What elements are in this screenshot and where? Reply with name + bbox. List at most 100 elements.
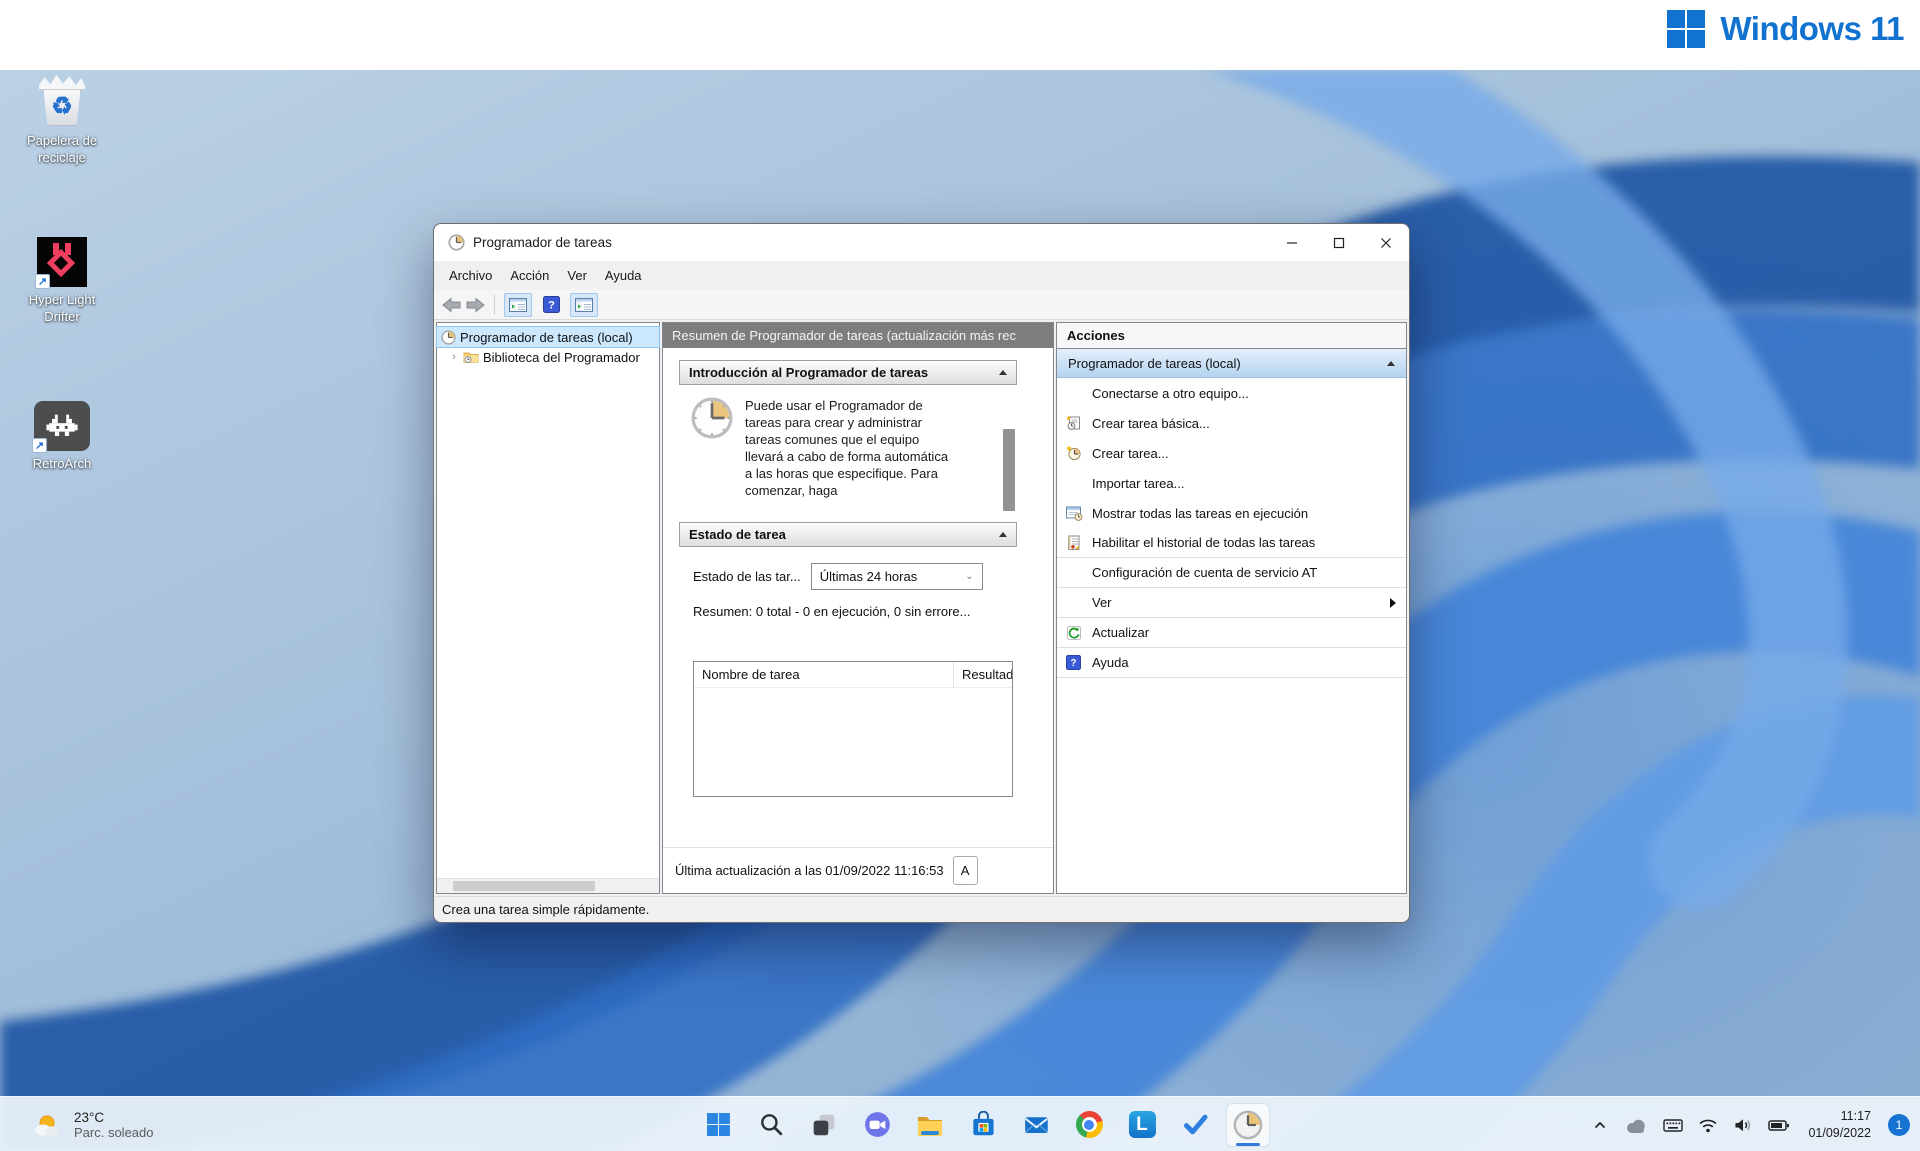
summary-body: Introducción al Programador de tareas: [663, 348, 1053, 847]
onedrive-icon[interactable]: [1623, 1115, 1649, 1135]
action-enable-task-history[interactable]: Habilitar el historial de todas las tare…: [1057, 528, 1406, 558]
tree-item-scheduler-library[interactable]: › Biblioteca del Programador: [437, 347, 659, 367]
back-arrow-icon[interactable]: [442, 297, 461, 313]
refresh-button[interactable]: A: [953, 856, 978, 885]
svg-text:?: ?: [548, 300, 555, 312]
task-table: Nombre de tarea Resultad: [693, 661, 1013, 797]
collapse-caret-icon[interactable]: [999, 370, 1007, 375]
volume-icon[interactable]: [1732, 1115, 1754, 1135]
action-label: Importar tarea...: [1092, 476, 1184, 491]
scrollbar-thumb[interactable]: [453, 881, 595, 891]
minimize-button[interactable]: [1268, 224, 1315, 261]
tree-item-task-scheduler-local[interactable]: Programador de tareas (local): [437, 327, 659, 347]
desktop-icon-hyper-light-drifter[interactable]: ↗ Hyper Light Drifter: [14, 237, 110, 326]
action-refresh[interactable]: Actualizar: [1057, 618, 1406, 648]
task-scheduler-taskbar-button[interactable]: [1226, 1103, 1270, 1147]
retroarch-icon: ↗: [34, 401, 90, 451]
search-icon: [758, 1112, 783, 1137]
chrome-button[interactable]: [1067, 1103, 1111, 1147]
last-update-text: Última actualización a las 01/09/2022 11…: [675, 863, 944, 878]
forward-arrow-icon[interactable]: [466, 297, 485, 313]
intro-scrollbar-thumb[interactable]: [1003, 429, 1015, 511]
action-label: Mostrar todas las tareas en ejecución: [1092, 506, 1308, 521]
collapse-caret-icon[interactable]: [999, 532, 1007, 537]
desktop-icon-retroarch[interactable]: ↗ RetroArch: [14, 401, 110, 473]
column-header-task-name[interactable]: Nombre de tarea: [694, 662, 954, 687]
intro-group-header[interactable]: Introducción al Programador de tareas: [679, 360, 1017, 385]
running-app-indicator: [1236, 1143, 1260, 1146]
notification-badge[interactable]: 1: [1888, 1114, 1910, 1136]
collapse-caret-icon[interactable]: [1387, 361, 1395, 366]
touch-keyboard-icon[interactable]: [1662, 1115, 1684, 1135]
task-status-groupbox: Estado de tarea Estado de las tar... Últ…: [679, 522, 1017, 797]
action-at-service-account-config[interactable]: Configuración de cuenta de servicio AT: [1057, 558, 1406, 588]
battery-icon[interactable]: [1767, 1115, 1791, 1135]
chat-button[interactable]: [855, 1103, 899, 1147]
window-status-bar: Crea una tarea simple rápidamente.: [434, 896, 1409, 922]
minimize-icon: [1286, 237, 1298, 249]
show-action-pane-icon: [575, 298, 593, 312]
task-status-group-title: Estado de tarea: [689, 527, 786, 542]
action-help[interactable]: ? Ayuda: [1057, 648, 1406, 678]
close-button[interactable]: [1362, 224, 1409, 261]
actions-group-header[interactable]: Programador de tareas (local): [1057, 349, 1406, 378]
task-scheduler-window: Programador de tareas Archivo Acción Ver…: [433, 223, 1410, 923]
action-create-task[interactable]: Crear tarea...: [1057, 438, 1406, 468]
show-console-tree-button[interactable]: [504, 293, 532, 317]
weather-widget[interactable]: 23°C Parc. soleado: [22, 1097, 162, 1151]
action-connect-other-computer[interactable]: Conectarse a otro equipo...: [1057, 378, 1406, 408]
action-show-running-tasks[interactable]: Mostrar todas las tareas en ejecución: [1057, 498, 1406, 528]
action-label: Ayuda: [1092, 655, 1129, 670]
action-label: Ver: [1092, 595, 1112, 610]
l-launcher-button[interactable]: L: [1120, 1103, 1164, 1147]
action-label: Crear tarea...: [1092, 446, 1169, 461]
mail-icon: [1022, 1111, 1049, 1138]
scheduler-library-folder-icon: [463, 350, 479, 364]
desktop-icon-recycle-bin[interactable]: ♻ Papelera de reciclaje: [14, 72, 110, 167]
column-header-result[interactable]: Resultad: [954, 662, 1012, 687]
partly-sunny-icon: [30, 1111, 64, 1139]
action-label: Crear tarea básica...: [1092, 416, 1210, 431]
recycle-bin-icon: ♻: [36, 72, 88, 128]
maximize-button[interactable]: [1315, 224, 1362, 261]
expand-chevron-icon[interactable]: ›: [449, 351, 459, 363]
action-create-basic-task[interactable]: Crear tarea básica...: [1057, 408, 1406, 438]
show-action-pane-button[interactable]: [570, 293, 598, 317]
tree-item-label: Programador de tareas (local): [460, 330, 633, 345]
chevron-up-icon[interactable]: [1590, 1115, 1610, 1135]
system-tray: 11:17 01/09/2022 1: [1590, 1097, 1910, 1151]
menu-ver[interactable]: Ver: [558, 264, 596, 287]
search-button[interactable]: [749, 1103, 793, 1147]
menu-ayuda[interactable]: Ayuda: [596, 264, 651, 287]
last-update-strip: Última actualización a las 01/09/2022 11…: [663, 847, 1053, 893]
toolbar-help-button[interactable]: ?: [537, 293, 565, 317]
status-filter-label: Estado de las tar...: [693, 569, 801, 584]
task-status-group-header[interactable]: Estado de tarea: [679, 522, 1017, 547]
combobox-value: Últimas 24 horas: [820, 569, 918, 584]
maximize-icon: [1333, 237, 1345, 249]
tray-date: 01/09/2022: [1808, 1125, 1871, 1141]
microsoft-store-button[interactable]: [961, 1103, 1005, 1147]
retroarch-glyph: [45, 413, 79, 439]
chrome-icon: [1075, 1111, 1102, 1138]
action-label: Habilitar el historial de todas las tare…: [1092, 535, 1315, 550]
action-import-task[interactable]: Importar tarea...: [1057, 468, 1406, 498]
taskbar-app-icons: L: [696, 1097, 1270, 1151]
window-titlebar[interactable]: Programador de tareas: [434, 224, 1409, 261]
menu-archivo[interactable]: Archivo: [440, 264, 501, 287]
menu-accion[interactable]: Acción: [501, 264, 558, 287]
todo-check-button[interactable]: [1173, 1103, 1217, 1147]
time-range-combobox[interactable]: Últimas 24 horas ⌄: [811, 563, 983, 590]
mail-button[interactable]: [1014, 1103, 1058, 1147]
start-button[interactable]: [696, 1103, 740, 1147]
file-explorer-button[interactable]: [908, 1103, 952, 1147]
task-view-button[interactable]: [802, 1103, 846, 1147]
action-view[interactable]: Ver: [1057, 588, 1406, 618]
shortcut-arrow-icon: ↗: [35, 274, 50, 289]
tree-horizontal-scrollbar[interactable]: [437, 878, 659, 893]
microsoft-store-icon: [969, 1111, 996, 1138]
wifi-icon[interactable]: [1697, 1115, 1719, 1135]
clock-widget[interactable]: 11:17 01/09/2022: [1808, 1108, 1871, 1141]
submenu-arrow-icon: [1390, 598, 1396, 608]
clock-icon: [691, 397, 733, 439]
